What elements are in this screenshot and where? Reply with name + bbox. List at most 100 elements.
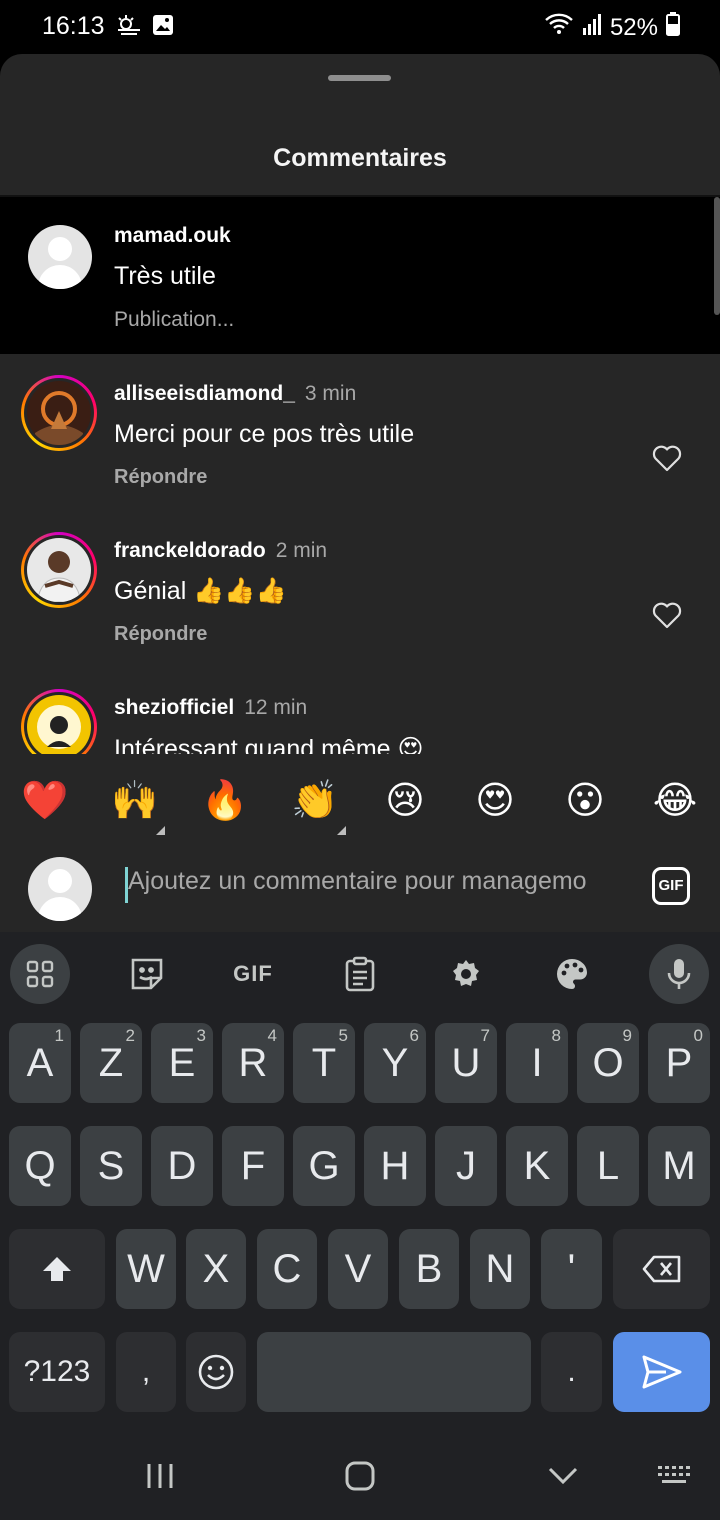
quick-reactions-bar: ❤️ 🙌 🔥 👏 😢 😍 😮 😂 — [0, 754, 720, 849]
comments-sheet: Commentaires mamad.ouk Très utile Public… — [0, 54, 720, 932]
key-j[interactable]: J — [435, 1126, 497, 1206]
reaction-clapping[interactable]: 👏 — [290, 778, 340, 822]
recent-apps-icon[interactable] — [144, 1460, 176, 1497]
backspace-key[interactable] — [613, 1229, 710, 1309]
reaction-surprised[interactable]: 😮 — [560, 778, 610, 822]
comment-header: sheziofficiel 12 min — [114, 696, 307, 720]
sticker-icon[interactable] — [117, 944, 177, 1004]
microphone-icon[interactable] — [649, 944, 709, 1004]
key-r[interactable]: R4 — [222, 1023, 284, 1103]
own-comment: mamad.ouk Très utile Publication... — [0, 197, 720, 354]
reaction-heart[interactable]: ❤️ — [20, 778, 70, 822]
posting-status: Publication... — [114, 308, 235, 331]
like-heart-icon[interactable] — [652, 444, 682, 472]
comment-username[interactable]: alliseeisdiamond_ — [114, 382, 295, 405]
key-f[interactable]: F — [222, 1126, 284, 1206]
like-heart-icon[interactable] — [652, 601, 682, 629]
key-p[interactable]: P0 — [648, 1023, 710, 1103]
drag-handle[interactable] — [328, 75, 391, 81]
reaction-heart-eyes[interactable]: 😍 — [470, 778, 520, 822]
key-a[interactable]: A1 — [9, 1023, 71, 1103]
key-m[interactable]: M — [648, 1126, 710, 1206]
comment-time: 12 min — [244, 696, 308, 719]
reaction-crying[interactable]: 😢 — [380, 778, 430, 822]
avatar — [27, 538, 91, 602]
reply-button[interactable]: Répondre — [114, 466, 207, 489]
key-l[interactable]: L — [577, 1126, 639, 1206]
key-o[interactable]: O9 — [577, 1023, 639, 1103]
battery-icon — [666, 12, 680, 43]
home-icon[interactable] — [344, 1460, 376, 1497]
skin-tone-indicator — [156, 826, 165, 835]
key-w[interactable]: W — [116, 1229, 176, 1309]
clipboard-icon[interactable] — [330, 944, 390, 1004]
theme-palette-icon[interactable] — [542, 944, 602, 1004]
reaction-raising-hands[interactable]: 🙌 — [110, 778, 160, 822]
period-key[interactable]: . — [541, 1332, 602, 1412]
sheet-title: Commentaires — [273, 144, 447, 172]
comment-time: 2 min — [275, 539, 328, 562]
backspace-icon — [642, 1255, 680, 1283]
image-icon — [152, 14, 174, 41]
symbols-key[interactable]: ?123 — [9, 1332, 105, 1412]
key-g[interactable]: G — [293, 1126, 355, 1206]
signal-icon — [582, 12, 602, 43]
avatar — [28, 857, 92, 921]
weather-icon — [116, 14, 142, 41]
key-apostrophe[interactable]: ' — [541, 1229, 602, 1309]
avatar[interactable] — [28, 225, 92, 289]
space-bar[interactable] — [257, 1332, 531, 1412]
reaction-laughing[interactable]: 😂 — [650, 778, 700, 822]
comment-composer: Ajoutez un commentaire pour managemo GIF — [0, 849, 720, 932]
status-bar: 16:13 52% — [0, 0, 720, 54]
emoji-key[interactable] — [186, 1332, 246, 1412]
battery-level: 52% — [609, 13, 658, 41]
key-c[interactable]: C — [257, 1229, 317, 1309]
avatar-story-ring[interactable] — [21, 375, 97, 451]
key-n[interactable]: N — [470, 1229, 530, 1309]
key-v[interactable]: V — [328, 1229, 388, 1309]
comment-header: franckeldorado 2 min — [114, 539, 327, 563]
settings-gear-icon[interactable] — [436, 944, 496, 1004]
key-s[interactable]: S — [80, 1126, 142, 1206]
keyboard-switch-icon[interactable] — [656, 1460, 694, 1497]
avatar-story-ring[interactable] — [21, 532, 97, 608]
shift-key[interactable] — [9, 1229, 105, 1309]
key-h[interactable]: H — [364, 1126, 426, 1206]
comment-input[interactable]: Ajoutez un commentaire pour managemo — [128, 867, 624, 896]
system-nav-bar — [0, 1432, 720, 1520]
comment-username[interactable]: mamad.ouk — [114, 224, 231, 248]
back-chevron-down-icon[interactable] — [546, 1460, 580, 1497]
key-q[interactable]: Q — [9, 1126, 71, 1206]
key-x[interactable]: X — [186, 1229, 246, 1309]
comment-text: Génial 👍👍👍 — [114, 577, 287, 605]
key-t[interactable]: T5 — [293, 1023, 355, 1103]
gif-button[interactable]: GIF — [652, 867, 690, 905]
key-y[interactable]: Y6 — [364, 1023, 426, 1103]
key-k[interactable]: K — [506, 1126, 568, 1206]
comment-text: Intéressant quand même 😍 — [114, 735, 424, 754]
comma-key[interactable]: , — [116, 1332, 176, 1412]
avatar — [27, 381, 91, 445]
key-b[interactable]: B — [399, 1229, 459, 1309]
send-key[interactable] — [613, 1332, 710, 1412]
reply-button[interactable]: Répondre — [114, 623, 207, 646]
key-i[interactable]: I8 — [506, 1023, 568, 1103]
skin-tone-indicator — [337, 826, 346, 835]
key-z[interactable]: Z2 — [80, 1023, 142, 1103]
keyboard-toolbar: GIF — [0, 932, 720, 1012]
comment-username[interactable]: sheziofficiel — [114, 696, 234, 719]
reaction-fire[interactable]: 🔥 — [200, 778, 250, 822]
comment-username[interactable]: franckeldorado — [114, 539, 266, 562]
gif-keyboard-button[interactable]: GIF — [223, 944, 283, 1004]
apps-grid-icon[interactable] — [10, 944, 70, 1004]
key-u[interactable]: U7 — [435, 1023, 497, 1103]
key-d[interactable]: D — [151, 1126, 213, 1206]
shift-icon — [43, 1257, 71, 1281]
comment-time: 3 min — [304, 382, 357, 405]
scrollbar[interactable] — [714, 197, 720, 315]
key-e[interactable]: E3 — [151, 1023, 213, 1103]
avatar-story-ring[interactable] — [21, 689, 97, 754]
avatar — [27, 695, 91, 754]
comment-list: alliseeisdiamond_ 3 min Merci pour ce pos… — [0, 354, 720, 754]
